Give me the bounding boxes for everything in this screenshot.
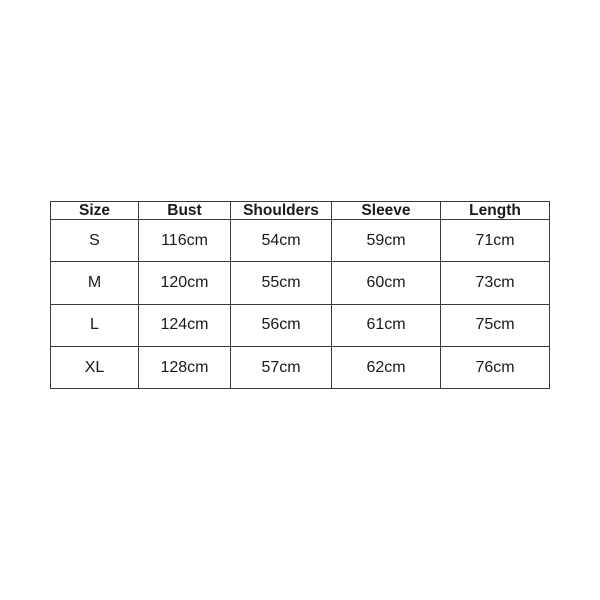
cell-bust: 128cm xyxy=(138,345,231,390)
table-header: Size Bust Shoulders Sleeve Length xyxy=(50,200,550,221)
table-body: S 116cm 54cm 59cm 71cm M 120cm 55cm 60cm… xyxy=(50,219,550,390)
size-chart-container: Size Bust Shoulders Sleeve Length S 116c… xyxy=(50,200,550,390)
cell-shoulders: 57cm xyxy=(230,345,332,390)
column-header-size: Size xyxy=(50,200,139,221)
cell-sleeve: 62cm xyxy=(331,345,441,390)
cell-bust: 124cm xyxy=(138,303,231,347)
cell-size: M xyxy=(50,261,139,305)
cell-size: S xyxy=(50,219,139,263)
cell-shoulders: 55cm xyxy=(230,261,332,305)
cell-shoulders: 54cm xyxy=(230,219,332,263)
table-row: L 124cm 56cm 61cm 75cm xyxy=(50,303,550,347)
cell-length: 73cm xyxy=(440,261,550,305)
table-row: S 116cm 54cm 59cm 71cm xyxy=(50,219,550,263)
cell-sleeve: 61cm xyxy=(331,303,441,347)
cell-length: 76cm xyxy=(440,345,550,390)
cell-size: XL xyxy=(50,345,139,390)
column-header-sleeve: Sleeve xyxy=(331,200,441,221)
column-header-length: Length xyxy=(440,200,550,221)
cell-length: 75cm xyxy=(440,303,550,347)
table-row: XL 128cm 57cm 62cm 76cm xyxy=(50,345,550,390)
table-header-row: Size Bust Shoulders Sleeve Length xyxy=(50,200,550,221)
cell-bust: 116cm xyxy=(138,219,231,263)
cell-length: 71cm xyxy=(440,219,550,263)
size-chart-table: Size Bust Shoulders Sleeve Length S 116c… xyxy=(50,200,550,390)
cell-bust: 120cm xyxy=(138,261,231,305)
cell-shoulders: 56cm xyxy=(230,303,332,347)
column-header-shoulders: Shoulders xyxy=(230,200,332,221)
cell-sleeve: 59cm xyxy=(331,219,441,263)
table-row: M 120cm 55cm 60cm 73cm xyxy=(50,261,550,305)
cell-size: L xyxy=(50,303,139,347)
cell-sleeve: 60cm xyxy=(331,261,441,305)
column-header-bust: Bust xyxy=(138,200,231,221)
